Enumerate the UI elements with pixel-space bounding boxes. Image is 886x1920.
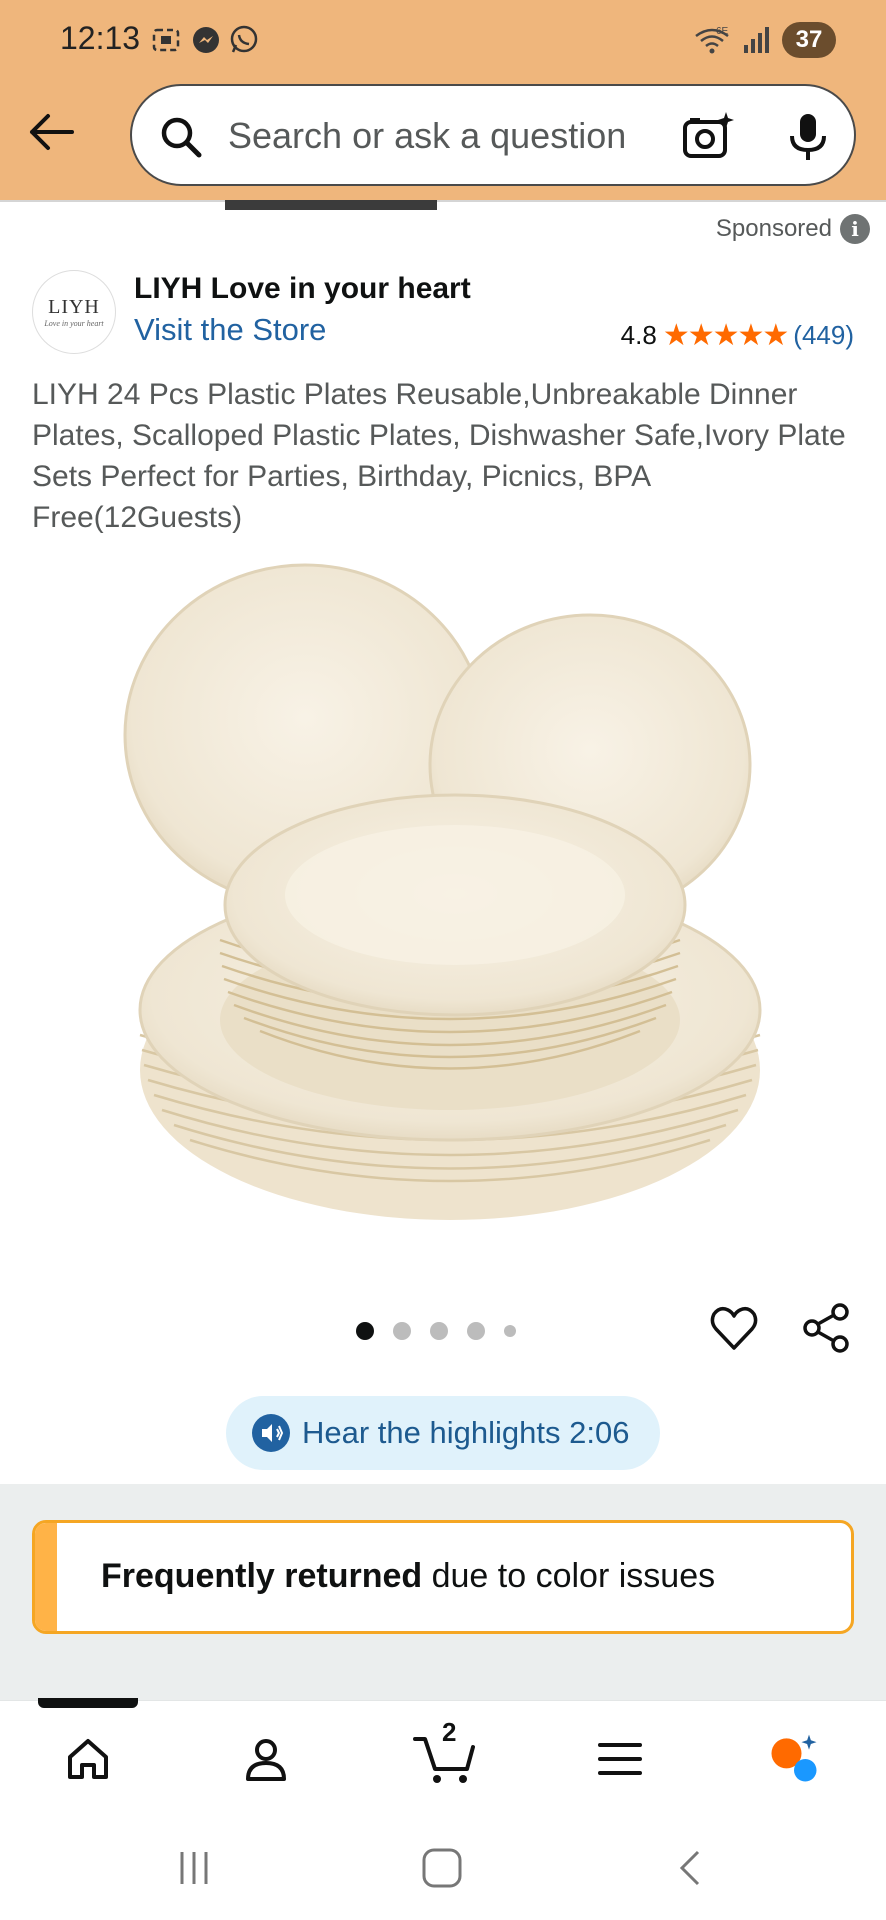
share-button[interactable] xyxy=(800,1302,852,1354)
status-right: 6E 37 xyxy=(692,20,836,60)
carousel-dot[interactable] xyxy=(504,1325,516,1337)
search-icon xyxy=(158,114,204,165)
home-square-icon xyxy=(422,1848,462,1888)
rufus-assistant-icon xyxy=(771,1734,817,1782)
audio-icon xyxy=(252,1414,290,1452)
thumbnail-strip xyxy=(0,200,886,212)
bottom-nav: 2 xyxy=(0,1700,886,1810)
frequently-returned-alert: Frequently returned due to color issues xyxy=(32,1520,854,1634)
info-icon[interactable]: i xyxy=(840,214,870,244)
recent-apps-button[interactable] xyxy=(164,1838,224,1898)
hear-highlights-label: Hear the highlights 2:06 xyxy=(302,1415,630,1450)
brand-logo-tagline: Love in your heart xyxy=(44,319,104,328)
chevron-left-icon xyxy=(679,1850,700,1886)
recent-apps-icon xyxy=(180,1852,208,1884)
search-bar[interactable] xyxy=(130,84,856,186)
carousel-dot[interactable] xyxy=(393,1322,411,1340)
wishlist-button[interactable] xyxy=(708,1302,760,1354)
camera-search-icon[interactable] xyxy=(680,108,736,169)
home-system-button[interactable] xyxy=(412,1838,472,1898)
carousel-dot[interactable] xyxy=(356,1322,374,1340)
alert-bold-text: Frequently returned xyxy=(101,1557,423,1595)
brand-name: LIYH Love in your heart xyxy=(134,272,471,305)
share-icon xyxy=(803,1303,849,1353)
nav-home[interactable] xyxy=(58,1729,118,1789)
whatsapp-icon xyxy=(228,24,260,56)
svg-text:6E: 6E xyxy=(716,26,729,37)
product-title: LIYH 24 Pcs Plastic Plates Reusable,Unbr… xyxy=(32,378,846,534)
back-button[interactable] xyxy=(24,104,80,160)
review-count-link[interactable]: (449) xyxy=(793,320,854,351)
carousel-dot[interactable] xyxy=(430,1322,448,1340)
rating-summary[interactable]: 4.8 ★★★★★ (449) xyxy=(621,318,854,353)
menu-icon xyxy=(598,1743,642,1775)
status-time: 12:13 xyxy=(60,20,141,56)
cart-count: 2 xyxy=(442,1717,457,1747)
back-arrow-icon xyxy=(30,114,74,150)
nav-rufus[interactable] xyxy=(764,1729,824,1789)
sponsored-label[interactable]: Sponsored i xyxy=(716,214,870,244)
screenshot-icon xyxy=(150,24,182,56)
messenger-icon xyxy=(190,24,222,56)
nav-cart[interactable]: 2 xyxy=(412,1717,478,1789)
alert-text: Frequently returned due to color issues xyxy=(101,1557,715,1596)
heart-icon xyxy=(710,1306,758,1350)
hear-highlights-button[interactable]: Hear the highlights 2:06 xyxy=(226,1396,660,1470)
alert-accent-bar xyxy=(35,1523,57,1631)
brand-logo-text: LIYH xyxy=(48,296,100,318)
wifi-icon: 6E xyxy=(695,26,729,54)
carousel-dot[interactable] xyxy=(467,1322,485,1340)
search-input[interactable] xyxy=(228,106,668,166)
active-tab-indicator xyxy=(38,1698,138,1708)
nav-account[interactable] xyxy=(236,1729,296,1789)
status-bar: 12:13 6E 37 xyxy=(0,0,886,80)
product-image[interactable] xyxy=(120,550,770,1240)
system-nav-bar xyxy=(0,1810,886,1920)
visit-store-link[interactable]: Visit the Store xyxy=(134,312,326,348)
nav-menu[interactable] xyxy=(590,1729,650,1789)
back-system-button[interactable] xyxy=(660,1838,720,1898)
person-icon xyxy=(246,1739,286,1781)
header: 12:13 6E 37 xyxy=(0,0,886,202)
brand-logo[interactable]: LIYH Love in your heart xyxy=(32,270,116,354)
signal-icon xyxy=(744,27,769,53)
rating-value: 4.8 xyxy=(620,320,657,350)
battery-indicator: 37 xyxy=(782,22,836,58)
star-rating-icon: ★★★★★ xyxy=(662,319,789,352)
home-icon xyxy=(68,1739,108,1779)
sponsored-text: Sponsored xyxy=(715,215,832,242)
alert-rest-text: due to color issues xyxy=(422,1557,716,1595)
thumbnail-partial xyxy=(225,200,437,210)
microphone-icon[interactable] xyxy=(780,108,836,169)
carousel-dots[interactable] xyxy=(356,1322,516,1340)
